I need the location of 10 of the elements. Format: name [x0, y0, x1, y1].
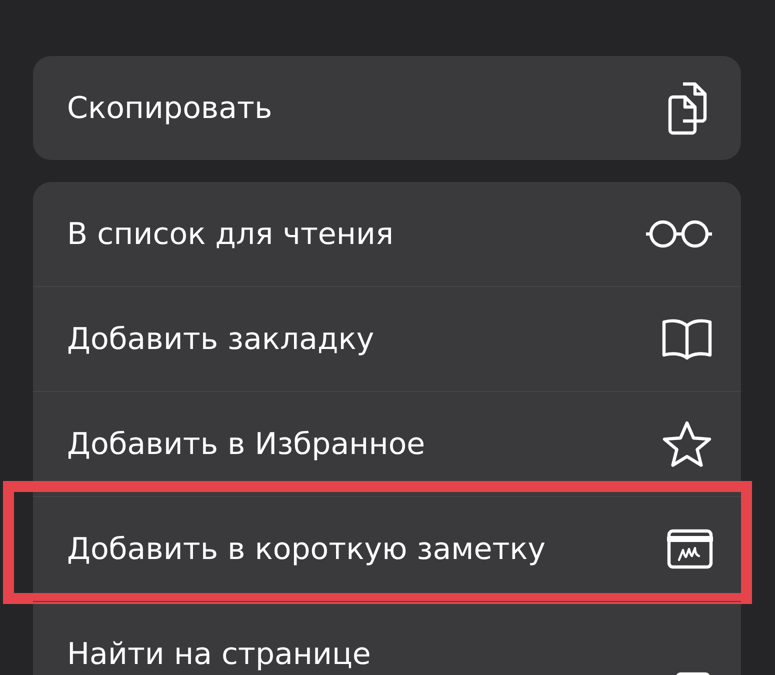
star-icon: [661, 420, 713, 468]
action-item[interactable]: Добавить в Избранное: [67, 426, 426, 462]
glasses-icon: [645, 219, 713, 249]
action-item[interactable]: Добавить в короткую заметку: [67, 532, 546, 566]
action-item[interactable]: Добавить закладку: [67, 322, 374, 356]
note-icon: [667, 529, 713, 569]
action-item[interactable]: Скопировать: [67, 90, 272, 126]
action-item[interactable]: Найти на странице: [67, 636, 371, 672]
book-icon: [661, 318, 713, 360]
action-item[interactable]: В список для чтения: [67, 216, 394, 252]
